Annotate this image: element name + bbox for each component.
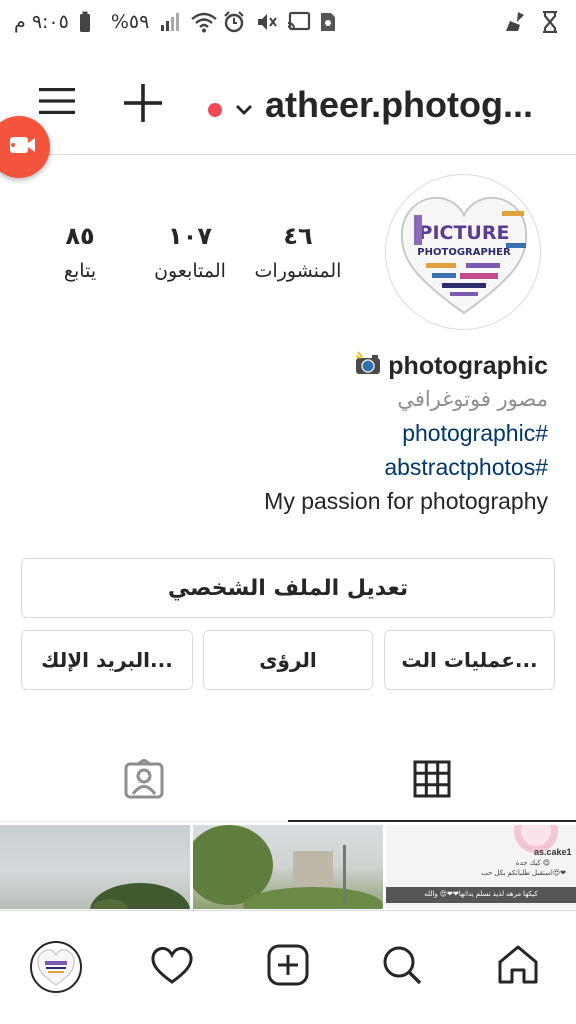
mute-icon [255,11,278,33]
status-right [504,10,562,34]
tagged-person-icon [124,758,164,804]
bio-category: مصور فوتوغرافي [397,387,548,411]
nav-profile[interactable] [30,941,82,993]
actions-button[interactable]: عمليات الت... [384,630,555,690]
followers-count: ١٠٧ [168,222,212,250]
heart-icon [150,945,194,990]
bio-hashtag-photographic[interactable]: photographic# [48,416,548,450]
cast-icon [287,11,311,33]
followers-label: المتابعون [154,260,226,282]
chat-line-2: استقبل طلباتكم بكل حب😍❤ [481,870,566,877]
avatar-title: PICTURE [419,222,510,244]
status-bar: ٩:٠٥ م %٥٩ [0,0,576,44]
notification-dot [208,103,222,117]
bio-name-row: photographic [48,350,548,382]
hamburger-menu-icon[interactable] [38,86,76,116]
video-camera-icon [2,134,36,161]
following-count: ٨٥ [65,222,95,250]
profile-bio: photographic مصور فوتوغرافي photographic… [48,350,548,518]
stat-posts[interactable]: ٤٦ المنشورات [246,222,350,282]
email-button[interactable]: البريد الإلك... [21,630,193,690]
tab-tagged[interactable] [0,742,288,822]
home-icon [497,944,539,991]
grid-icon [413,760,451,803]
account-username[interactable]: atheer.photog... [265,84,555,126]
bio-description: My passion for photography [264,488,548,514]
profile-avatar-small [30,941,82,993]
profile-header: atheer.photog... [0,66,576,146]
sim-icon [319,11,341,33]
avatar-subtitle: PHOTOGRAPHER [417,247,511,258]
hourglass-icon [540,10,562,34]
battery-icon [79,11,101,33]
status-left: ٩:٠٥ م %٥٩ [14,11,341,33]
stat-followers[interactable]: ١٠٧ المتابعون [144,222,236,282]
bio-display-name: photographic [388,351,548,380]
wifi-icon [191,11,218,33]
post-thumbnail-3[interactable]: as.cake1 كيك جده 😋 استقبل طلباتكم بكل حب… [386,825,576,909]
post-thumbnail-2[interactable] [193,825,383,909]
status-time: ٩:٠٥ م [14,11,69,33]
clean-icon [504,11,526,33]
stat-following[interactable]: ٨٥ يتابع [40,222,120,282]
posts-count: ٤٦ [283,222,313,250]
nav-home[interactable] [492,941,544,993]
heart-collage-image: PICTURE PHOTOGRAPHER [400,196,528,315]
plus-icon[interactable] [122,82,164,124]
nav-search[interactable] [376,941,428,993]
chevron-down-icon[interactable] [234,100,254,120]
chat-line-1: كيك جده 😋 [515,860,550,867]
camera-flash-icon [354,350,382,383]
street-trees-image [193,825,383,909]
nav-activity[interactable] [146,941,198,993]
signal-icon [159,11,181,33]
bio-hashtag-abstractphotos[interactable]: abstractphotos# [48,450,548,484]
search-icon [381,944,423,991]
post-thumbnail-1[interactable] [0,825,190,909]
bottom-navigation [0,910,576,1024]
insights-button[interactable]: الرؤى [203,630,373,690]
alarm-icon [223,11,245,33]
following-label: يتابع [63,260,97,282]
battery-percent: %٥٩ [110,11,150,33]
nav-add-post[interactable] [262,941,314,993]
header-divider [0,154,576,155]
posts-label: المنشورات [254,260,342,282]
chat-caption: كيكها مرهه لذيذ تسلم يداتها❤❤😍 والله [386,887,576,903]
sky-trees-image [90,883,190,909]
tab-grid[interactable] [288,742,576,822]
chat-account-name: as.cake1 [534,847,572,857]
add-post-icon [267,944,309,991]
edit-profile-button[interactable]: تعديل الملف الشخصي [21,558,555,618]
profile-avatar[interactable]: PICTURE PHOTOGRAPHER [385,174,541,330]
